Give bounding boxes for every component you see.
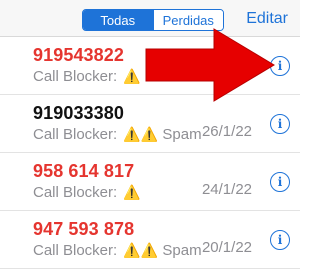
call-row[interactable]: 958 614 817 Call Blocker: ⚠️ 24/1/22 i <box>0 153 300 211</box>
warning-icon: ⚠️⚠️ <box>123 126 159 142</box>
arrow-shape <box>145 28 275 102</box>
phone-number: 958 614 817 <box>33 161 135 181</box>
call-blocker-label: Call Blocker: <box>33 242 118 259</box>
tab-all[interactable]: Todas <box>83 10 153 30</box>
warning-icon: ⚠️ <box>123 68 141 84</box>
call-blocker-label: Call Blocker: <box>33 184 118 201</box>
call-row[interactable]: 919033380 Call Blocker: ⚠️⚠️ Spam 26/1/2… <box>0 95 300 153</box>
caller-label: Call Blocker: ⚠️ <box>33 184 141 201</box>
call-date: 20/1/22 <box>201 239 252 256</box>
spam-label: Spam <box>162 242 202 259</box>
caller-label: Call Blocker: ⚠️⚠️ Spam <box>33 242 202 259</box>
phone-number: 947 593 878 <box>33 219 135 239</box>
warning-icon: ⚠️ <box>123 184 141 200</box>
warning-icon: ⚠️⚠️ <box>123 242 159 258</box>
call-date: 24/1/22 <box>201 181 252 198</box>
call-blocker-label: Call Blocker: <box>33 68 118 85</box>
phone-number: 919543822 <box>33 45 124 65</box>
info-icon[interactable]: i <box>270 172 290 192</box>
phone-number: 919033380 <box>33 103 124 123</box>
red-arrow-annotation <box>145 28 275 102</box>
call-row[interactable]: 947 593 878 Call Blocker: ⚠️⚠️ Spam 20/1… <box>0 211 300 269</box>
info-icon[interactable]: i <box>270 230 290 250</box>
spam-label: Spam <box>162 126 202 143</box>
edit-button[interactable]: Editar <box>246 10 288 28</box>
caller-label: Call Blocker: ⚠️⚠️ Spam <box>33 126 202 143</box>
call-date: 26/1/22 <box>201 123 252 140</box>
caller-label: Call Blocker: ⚠️ <box>33 68 141 85</box>
info-icon[interactable]: i <box>270 114 290 134</box>
call-blocker-label: Call Blocker: <box>33 126 118 143</box>
